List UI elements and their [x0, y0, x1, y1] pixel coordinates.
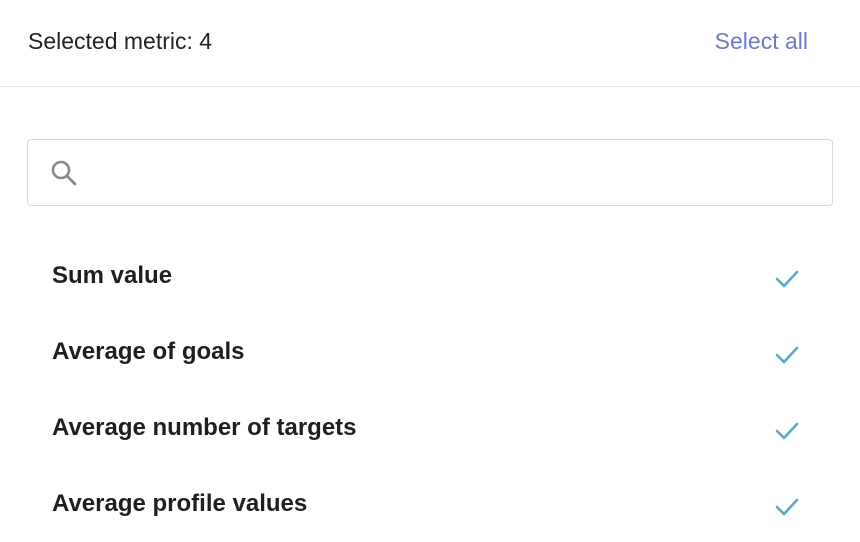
- select-all-button[interactable]: Select all: [715, 26, 808, 56]
- check-icon: [774, 420, 800, 442]
- selected-metric-count: Selected metric: 4: [28, 28, 213, 54]
- metric-item-average-number-of-targets[interactable]: Average number of targets: [0, 390, 860, 466]
- metric-item-average-of-goals[interactable]: Average of goals: [0, 314, 860, 390]
- search-box[interactable]: [27, 139, 833, 206]
- metric-label: Sum value: [52, 262, 173, 289]
- metric-list: Sum value Average of goals Average numbe…: [0, 238, 860, 542]
- metric-item-sum-value[interactable]: Sum value: [0, 238, 860, 314]
- check-icon: [774, 268, 800, 290]
- check-icon: [774, 496, 800, 518]
- check-icon: [774, 344, 800, 366]
- metric-selector-header: Selected metric: 4 Select all: [0, 0, 860, 87]
- metric-label: Average profile values: [52, 490, 308, 517]
- metric-item-average-profile-values[interactable]: Average profile values: [0, 466, 860, 542]
- search-input[interactable]: [92, 150, 816, 198]
- metric-label: Average of goals: [52, 338, 245, 365]
- metric-label: Average number of targets: [52, 414, 357, 441]
- search-icon: [50, 159, 78, 187]
